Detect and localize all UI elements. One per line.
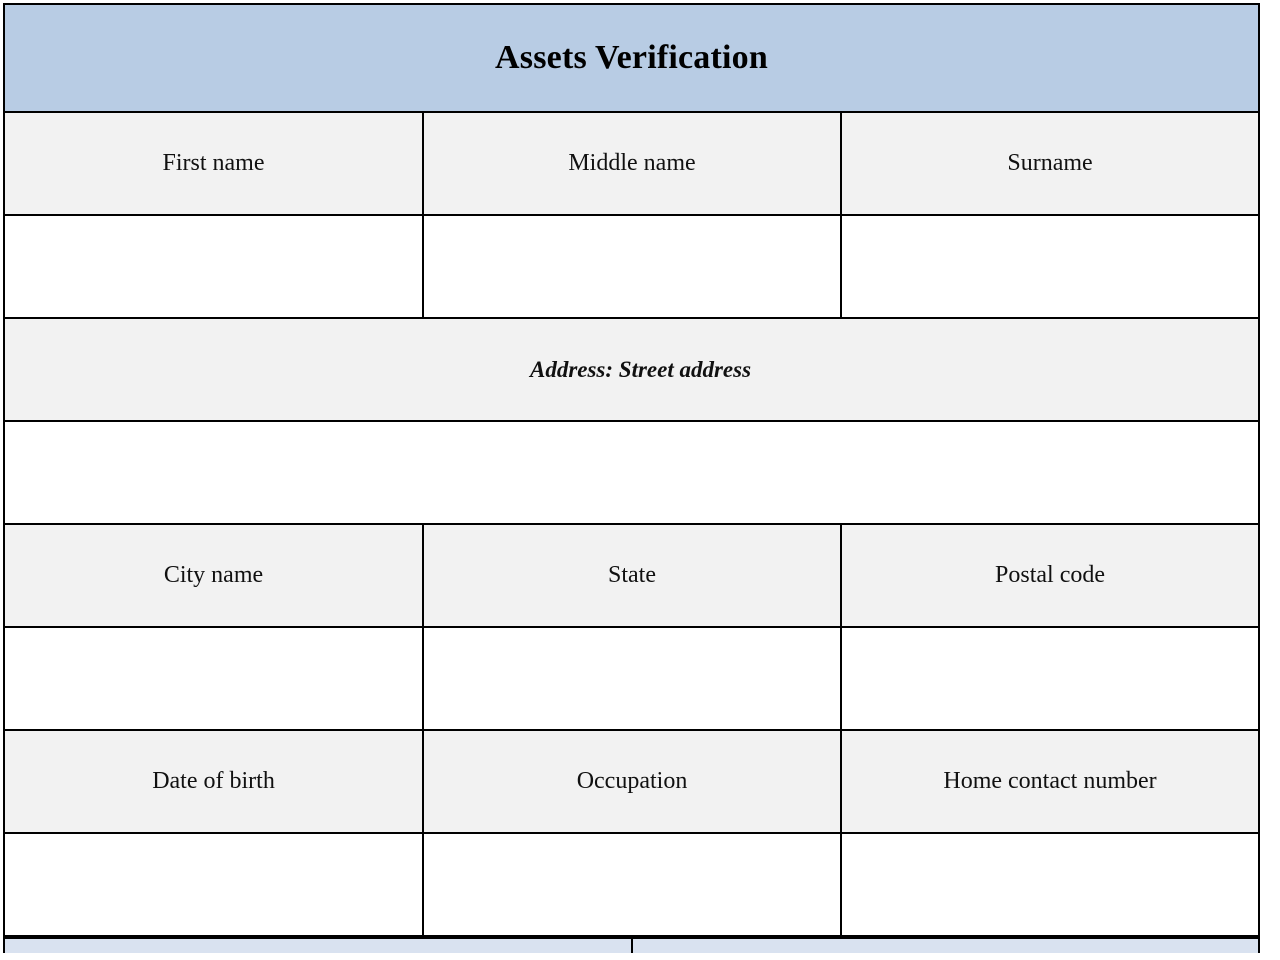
input-cell-occupation[interactable] xyxy=(422,832,842,937)
label-cell-first-name: First name xyxy=(3,111,424,216)
label-cell-city-name: City name xyxy=(3,523,424,628)
location-label-row: City name State Postal code xyxy=(3,523,1261,628)
next-section-cell-left xyxy=(3,937,633,953)
input-cell-surname[interactable] xyxy=(839,214,1261,319)
label-cell-occupation: Occupation xyxy=(422,729,842,834)
title-row: Assets Verification xyxy=(2,3,1261,113)
input-cell-city-name[interactable] xyxy=(3,626,424,731)
label-cell-address: Address: Street address xyxy=(2,317,1261,422)
input-cell-middle-name[interactable] xyxy=(422,214,842,319)
label-cell-middle-name: Middle name xyxy=(422,111,842,216)
address-input-row xyxy=(2,420,1261,525)
personal-input-row xyxy=(3,832,1261,937)
name-input-row xyxy=(3,214,1261,319)
label-cell-surname: Surname xyxy=(839,111,1261,216)
address-label-row: Address: Street address xyxy=(2,317,1261,422)
next-section-cell-right xyxy=(631,937,1260,953)
personal-label-row: Date of birth Occupation Home contact nu… xyxy=(3,729,1261,834)
name-label-row: First name Middle name Surname xyxy=(3,111,1261,216)
label-cell-date-of-birth: Date of birth xyxy=(3,729,424,834)
label-postal-code: Postal code xyxy=(995,561,1105,588)
input-cell-home-contact-number[interactable] xyxy=(839,832,1261,937)
input-cell-first-name[interactable] xyxy=(3,214,424,319)
label-state: State xyxy=(608,561,656,588)
form-title-cell: Assets Verification xyxy=(2,3,1261,113)
label-cell-postal-code: Postal code xyxy=(839,523,1261,628)
label-city-name: City name xyxy=(163,561,264,588)
next-section-row xyxy=(3,937,1260,953)
assets-verification-form-page: Assets Verification First name Middle na… xyxy=(0,0,1280,960)
input-cell-address[interactable] xyxy=(2,420,1261,525)
location-input-row xyxy=(3,626,1261,731)
label-cell-state: State xyxy=(422,523,842,628)
label-surname: Surname xyxy=(1007,149,1093,176)
label-address: Address: Street address xyxy=(529,356,752,382)
input-cell-date-of-birth[interactable] xyxy=(3,832,424,937)
label-occupation: Occupation xyxy=(576,767,688,794)
assets-verification-table: Assets Verification First name Middle na… xyxy=(2,3,1261,937)
label-date-of-birth: Date of birth xyxy=(152,767,275,794)
label-home-contact-number: Home contact number xyxy=(943,767,1157,794)
label-middle-name: Middle name xyxy=(568,149,696,176)
page-title: Assets Verification xyxy=(495,39,768,76)
label-cell-home-contact-number: Home contact number xyxy=(839,729,1261,834)
next-section-partial-row xyxy=(3,937,1260,953)
label-first-name: First name xyxy=(162,149,265,176)
input-cell-postal-code[interactable] xyxy=(839,626,1261,731)
input-cell-state[interactable] xyxy=(422,626,842,731)
